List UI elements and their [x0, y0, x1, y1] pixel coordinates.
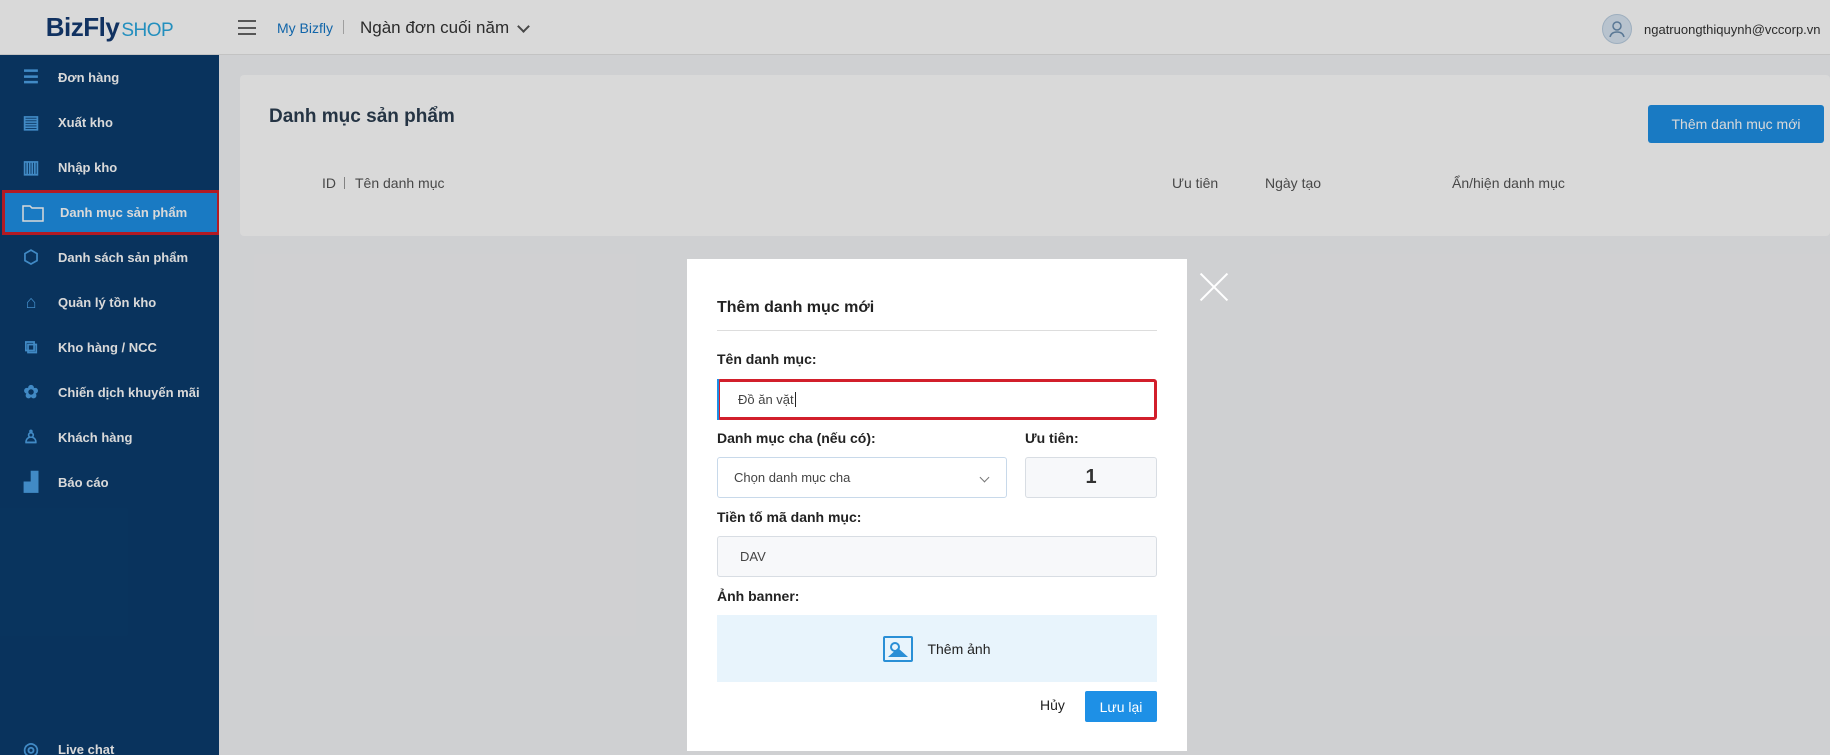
category-name-value: Đồ ăn vặt — [738, 392, 794, 407]
priority-value: 1 — [1085, 466, 1097, 488]
close-icon[interactable] — [1196, 268, 1232, 304]
category-name-input[interactable]: Đồ ăn vặt — [717, 379, 1157, 420]
prefix-label: Tiền tố mã danh mục: — [717, 509, 862, 525]
chevron-down-icon — [979, 472, 990, 483]
prefix-input[interactable]: DAV — [717, 536, 1157, 577]
add-banner-image-button[interactable]: Thêm ảnh — [717, 615, 1157, 682]
priority-input[interactable]: 1 — [1025, 457, 1157, 498]
banner-label: Ảnh banner: — [717, 588, 800, 604]
parent-placeholder: Chọn danh mục cha — [734, 470, 851, 485]
text-cursor — [794, 392, 796, 407]
priority-label: Ưu tiên: — [1025, 430, 1079, 446]
divider — [717, 330, 1157, 331]
cancel-button[interactable]: Hủy — [1040, 697, 1065, 713]
parent-category-select[interactable]: Chọn danh mục cha — [717, 457, 1007, 498]
name-label: Tên danh mục: — [717, 351, 817, 367]
parent-label: Danh mục cha (nếu có): — [717, 430, 876, 446]
add-image-label: Thêm ảnh — [927, 640, 991, 657]
save-button[interactable]: Lưu lại — [1085, 691, 1157, 722]
prefix-value: DAV — [740, 549, 766, 564]
image-icon — [883, 635, 914, 662]
modal-title: Thêm danh mục mới — [717, 299, 875, 316]
